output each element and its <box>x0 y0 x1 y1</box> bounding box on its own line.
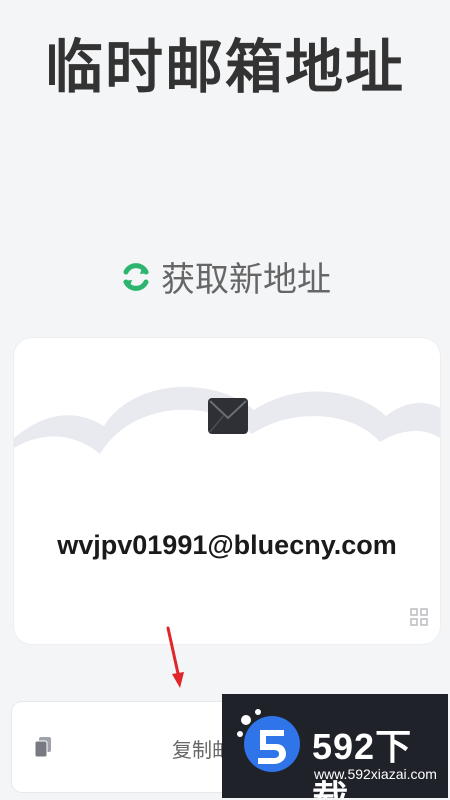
email-card: wvjpv01991@bluecny.com <box>14 338 440 644</box>
email-address[interactable]: wvjpv01991@bluecny.com <box>14 530 440 561</box>
copy-icon <box>34 737 51 758</box>
qr-code-icon[interactable] <box>410 608 428 626</box>
envelope-icon <box>208 398 248 434</box>
watermark-logo-icon <box>237 709 300 772</box>
get-new-address-label: 获取新地址 <box>161 260 331 300</box>
watermark-brand: 592下载 <box>312 726 413 798</box>
watermark-url: www.592xiazai.com <box>314 766 437 782</box>
page-title: 临时邮箱地址 <box>44 33 405 101</box>
red-arrow-annotation <box>166 626 184 688</box>
cloud-background <box>14 386 440 644</box>
get-new-address-button[interactable]: 获取新地址 <box>0 252 450 301</box>
site-watermark: 592下载 www.592xiazai.com <box>222 694 448 798</box>
refresh-icon <box>123 262 149 291</box>
